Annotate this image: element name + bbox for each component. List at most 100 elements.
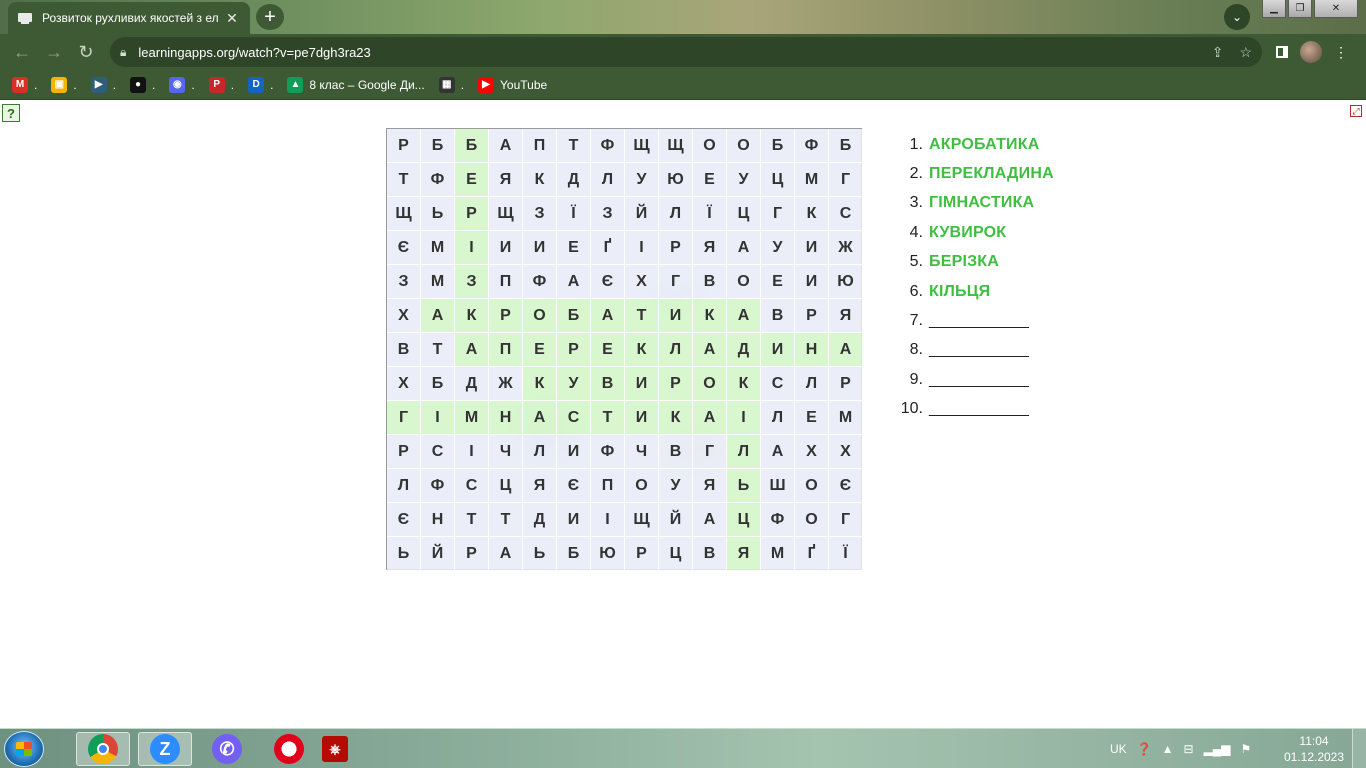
grid-cell[interactable]: К [455, 299, 489, 333]
grid-cell[interactable]: А [523, 401, 557, 435]
grid-cell[interactable]: Л [659, 197, 693, 231]
bookmark-pattern[interactable]: ▦. [438, 76, 464, 93]
grid-cell[interactable]: Г [829, 503, 863, 537]
grid-cell[interactable]: Ф [421, 163, 455, 197]
network-icon[interactable]: ▂▄▆ [1204, 742, 1231, 756]
grid-cell[interactable]: З [523, 197, 557, 231]
grid-cell[interactable]: Х [795, 435, 829, 469]
grid-cell[interactable]: Щ [625, 129, 659, 163]
grid-cell[interactable]: Е [557, 231, 591, 265]
grid-cell[interactable]: И [625, 367, 659, 401]
grid-cell[interactable]: Т [387, 163, 421, 197]
grid-cell[interactable]: Щ [387, 197, 421, 231]
side-panel-icon[interactable] [1276, 46, 1288, 58]
grid-cell[interactable]: З [387, 265, 421, 299]
grid-cell[interactable]: Б [557, 537, 591, 571]
grid-cell[interactable]: Т [489, 503, 523, 537]
grid-cell[interactable]: Ж [829, 231, 863, 265]
grid-cell[interactable]: А [693, 503, 727, 537]
grid-cell[interactable]: Т [591, 401, 625, 435]
grid-cell[interactable]: Е [455, 163, 489, 197]
grid-cell[interactable]: В [761, 299, 795, 333]
grid-cell[interactable]: А [591, 299, 625, 333]
grid-cell[interactable]: Є [829, 469, 863, 503]
grid-cell[interactable]: Я [489, 163, 523, 197]
back-arrow-icon[interactable]: ← [6, 36, 38, 68]
grid-cell[interactable]: У [557, 367, 591, 401]
grid-cell[interactable]: И [523, 231, 557, 265]
tab-close-icon[interactable]: ✕ [224, 10, 240, 27]
grid-cell[interactable]: Д [523, 503, 557, 537]
grid-cell[interactable]: А [829, 333, 863, 367]
grid-cell[interactable]: Р [387, 435, 421, 469]
grid-cell[interactable]: А [693, 401, 727, 435]
grid-cell[interactable]: И [557, 503, 591, 537]
grid-cell[interactable]: Б [829, 129, 863, 163]
grid-cell[interactable]: Л [387, 469, 421, 503]
taskbar-viber[interactable]: ✆ [200, 732, 254, 766]
grid-cell[interactable]: С [421, 435, 455, 469]
grid-cell[interactable]: Ц [659, 537, 693, 571]
grid-cell[interactable]: Х [625, 265, 659, 299]
grid-cell[interactable]: И [795, 265, 829, 299]
grid-cell[interactable]: Х [829, 435, 863, 469]
grid-cell[interactable]: Ґ [591, 231, 625, 265]
grid-cell[interactable]: Г [761, 197, 795, 231]
grid-cell[interactable]: П [489, 333, 523, 367]
grid-cell[interactable]: В [659, 435, 693, 469]
taskbar-chrome[interactable] [76, 732, 130, 766]
grid-cell[interactable]: А [421, 299, 455, 333]
grid-cell[interactable]: Л [659, 333, 693, 367]
grid-cell[interactable]: Ч [625, 435, 659, 469]
grid-cell[interactable]: Б [421, 367, 455, 401]
grid-cell[interactable]: У [625, 163, 659, 197]
grid-cell[interactable]: П [489, 265, 523, 299]
bookmark-drive-slides[interactable]: ▣. [51, 76, 77, 93]
grid-cell[interactable]: Ц [727, 503, 761, 537]
grid-cell[interactable]: Ь [727, 469, 761, 503]
grid-cell[interactable]: Ф [761, 503, 795, 537]
grid-cell[interactable]: Ц [727, 197, 761, 231]
bookmark-gmail[interactable]: M. [12, 76, 37, 93]
grid-cell[interactable]: С [829, 197, 863, 231]
grid-cell[interactable]: А [761, 435, 795, 469]
grid-cell[interactable]: К [659, 401, 693, 435]
address-bar[interactable]: 🔒︎ learningapps.org/watch?v=pe7dgh3ra23 … [110, 37, 1262, 67]
grid-cell[interactable]: Л [591, 163, 625, 197]
grid-cell[interactable]: Й [421, 537, 455, 571]
grid-cell[interactable]: Н [795, 333, 829, 367]
grid-cell[interactable]: Ф [421, 469, 455, 503]
grid-cell[interactable]: У [727, 163, 761, 197]
grid-cell[interactable]: О [625, 469, 659, 503]
new-tab-button[interactable]: + [256, 4, 284, 30]
grid-cell[interactable]: Т [455, 503, 489, 537]
grid-cell[interactable]: Л [761, 401, 795, 435]
grid-cell[interactable]: Н [489, 401, 523, 435]
grid-cell[interactable]: М [761, 537, 795, 571]
grid-cell[interactable]: Е [591, 333, 625, 367]
taskbar-zoom[interactable]: Z [138, 732, 192, 766]
tray-app-icon[interactable]: ⊟ [1184, 742, 1194, 756]
grid-cell[interactable]: К [523, 163, 557, 197]
grid-cell[interactable]: Р [455, 537, 489, 571]
grid-cell[interactable]: Є [387, 231, 421, 265]
grid-cell[interactable]: А [557, 265, 591, 299]
lock-icon[interactable]: 🔒︎ [120, 45, 126, 60]
grid-cell[interactable]: Ь [421, 197, 455, 231]
grid-cell[interactable]: О [795, 503, 829, 537]
grid-cell[interactable]: Л [727, 435, 761, 469]
taskbar-acrobat[interactable]: ⎈ [308, 732, 362, 766]
grid-cell[interactable]: Ф [523, 265, 557, 299]
grid-cell[interactable]: П [523, 129, 557, 163]
grid-cell[interactable]: Т [625, 299, 659, 333]
grid-cell[interactable]: Г [829, 163, 863, 197]
grid-cell[interactable]: О [523, 299, 557, 333]
grid-cell[interactable]: Ь [523, 537, 557, 571]
grid-cell[interactable]: Е [795, 401, 829, 435]
language-indicator[interactable]: UK [1110, 742, 1127, 756]
grid-cell[interactable]: Ї [557, 197, 591, 231]
grid-cell[interactable]: Р [489, 299, 523, 333]
grid-cell[interactable]: Д [455, 367, 489, 401]
help-icon[interactable]: ? [2, 104, 20, 122]
grid-cell[interactable]: І [591, 503, 625, 537]
